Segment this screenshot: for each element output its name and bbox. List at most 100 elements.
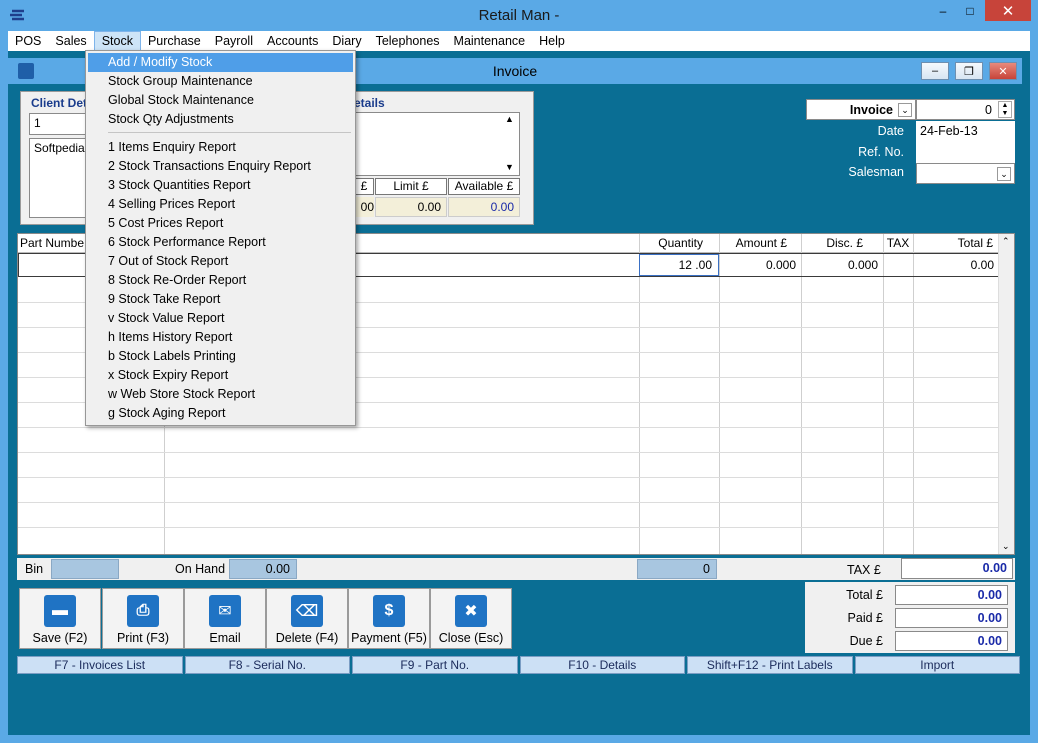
save-button-label: Save (F2) bbox=[32, 631, 88, 645]
stock-info-bar: Bin On Hand 0.00 0 TAX £ 0.00 bbox=[17, 558, 1015, 580]
invoice-number-value: 0 bbox=[985, 103, 992, 117]
doc-type-select[interactable]: Invoice ⌄ bbox=[806, 99, 916, 120]
payment-button[interactable]: $ Payment (F5) bbox=[348, 588, 430, 649]
date-label: Date bbox=[877, 124, 904, 138]
maximize-button[interactable]: □ bbox=[957, 0, 983, 21]
menu-item-stock-transactions-report[interactable]: 2 Stock Transactions Enquiry Report bbox=[88, 157, 353, 176]
onhand-label: On Hand bbox=[175, 562, 226, 576]
menu-diary[interactable]: Diary bbox=[325, 31, 368, 51]
delete-button-label: Delete (F4) bbox=[275, 631, 339, 645]
col-header-disc[interactable]: Disc. £ bbox=[801, 234, 883, 253]
part-no-button[interactable]: F9 - Part No. bbox=[352, 656, 518, 674]
col-header-quantity[interactable]: Quantity bbox=[639, 234, 719, 253]
bin-label: Bin bbox=[25, 562, 44, 576]
menu-item-out-of-stock-report[interactable]: 7 Out of Stock Report bbox=[88, 252, 353, 271]
ref-no-field[interactable] bbox=[916, 142, 1015, 163]
payment-button-label: Payment (F5) bbox=[351, 631, 427, 645]
function-key-bar: F7 - Invoices List F8 - Serial No. F9 - … bbox=[17, 656, 1022, 674]
delivery-details-heading: etails bbox=[354, 96, 385, 110]
save-button[interactable]: ▬ Save (F2) bbox=[19, 588, 101, 649]
col-header-tax[interactable]: TAX bbox=[883, 234, 913, 253]
menu-item-items-enquiry-report[interactable]: 1 Items Enquiry Report bbox=[88, 138, 353, 157]
invoice-number-field[interactable]: 0 ▲ ▼ bbox=[916, 99, 1015, 120]
email-button[interactable]: ✉ Email bbox=[184, 588, 266, 649]
scroll-down-icon[interactable]: ▼ bbox=[505, 162, 514, 172]
col-header-amount[interactable]: Amount £ bbox=[719, 234, 801, 253]
save-icon: ▬ bbox=[44, 595, 76, 627]
menu-accounts[interactable]: Accounts bbox=[260, 31, 325, 51]
menu-item-stock-take-report[interactable]: 9 Stock Take Report bbox=[88, 290, 353, 309]
stock-dropdown-menu: Add / Modify Stock Stock Group Maintenan… bbox=[85, 50, 356, 426]
col-header-total[interactable]: Total £ bbox=[913, 234, 999, 253]
menu-purchase[interactable]: Purchase bbox=[141, 31, 208, 51]
menu-item-stock-qty-adjustments[interactable]: Stock Qty Adjustments bbox=[88, 110, 353, 129]
trash-icon: ⌫ bbox=[291, 595, 323, 627]
chevron-down-icon[interactable]: ⌄ bbox=[997, 167, 1011, 181]
menu-item-stock-quantities-report[interactable]: 3 Stock Quantities Report bbox=[88, 176, 353, 195]
menu-telephones[interactable]: Telephones bbox=[369, 31, 447, 51]
close-button-label: Close (Esc) bbox=[438, 631, 504, 645]
minimize-button[interactable]: – bbox=[930, 0, 956, 21]
limit-value: 0.00 bbox=[375, 197, 447, 217]
menu-item-stock-performance-report[interactable]: 6 Stock Performance Report bbox=[88, 233, 353, 252]
menu-help[interactable]: Help bbox=[532, 31, 572, 51]
menu-item-stock-aging-report[interactable]: g Stock Aging Report bbox=[88, 404, 353, 423]
print-button[interactable]: ⎙ Print (F3) bbox=[102, 588, 184, 649]
client-details-heading: Client Det bbox=[31, 96, 88, 110]
menu-item-selling-prices-report[interactable]: 4 Selling Prices Report bbox=[88, 195, 353, 214]
child-minimize-button[interactable]: – bbox=[921, 62, 949, 80]
delivery-details-field[interactable] bbox=[354, 112, 520, 176]
menu-item-stock-labels-printing[interactable]: b Stock Labels Printing bbox=[88, 347, 353, 366]
menu-item-stock-expiry-report[interactable]: x Stock Expiry Report bbox=[88, 366, 353, 385]
quantity-cell[interactable]: 12 .00 bbox=[639, 254, 719, 276]
client-id-field[interactable]: 1 bbox=[29, 113, 89, 135]
menu-pos[interactable]: POS bbox=[8, 31, 48, 51]
menu-item-global-stock-maintenance[interactable]: Global Stock Maintenance bbox=[88, 91, 353, 110]
close-esc-button[interactable]: ✖ Close (Esc) bbox=[430, 588, 512, 649]
total-cell[interactable]: 0.00 bbox=[914, 254, 1000, 276]
scroll-up-icon[interactable]: ⌃ bbox=[1002, 236, 1010, 247]
paid-label: Paid £ bbox=[847, 611, 883, 625]
date-field[interactable]: 24-Feb-13 bbox=[916, 121, 1015, 142]
invoices-list-button[interactable]: F7 - Invoices List bbox=[17, 656, 183, 674]
quantity-total-field: 0 bbox=[637, 559, 717, 579]
menu-item-add-modify-stock[interactable]: Add / Modify Stock bbox=[88, 53, 353, 72]
client-name-field[interactable]: Softpedia bbox=[29, 138, 89, 218]
totals-panel: Total £ 0.00 Paid £ 0.00 Due £ 0.00 bbox=[805, 582, 1015, 653]
amount-cell[interactable]: 0.000 bbox=[720, 254, 802, 276]
menu-item-stock-group-maintenance[interactable]: Stock Group Maintenance bbox=[88, 72, 353, 91]
doc-type-value: Invoice bbox=[849, 103, 893, 117]
print-labels-button[interactable]: Shift+F12 - Print Labels bbox=[687, 656, 853, 674]
delete-button[interactable]: ⌫ Delete (F4) bbox=[266, 588, 348, 649]
chevron-down-icon[interactable]: ⌄ bbox=[898, 103, 912, 117]
available-value: 0.00 bbox=[448, 197, 520, 217]
menu-payroll[interactable]: Payroll bbox=[208, 31, 260, 51]
disc-cell[interactable]: 0.000 bbox=[802, 254, 884, 276]
serial-no-button[interactable]: F8 - Serial No. bbox=[184, 656, 350, 674]
grid-scrollbar[interactable]: ⌃ ⌄ bbox=[998, 234, 1014, 554]
child-restore-button[interactable]: ❐ bbox=[955, 62, 983, 80]
balance-header: £ bbox=[354, 178, 374, 195]
close-button[interactable]: ✕ bbox=[985, 0, 1031, 21]
menu-stock[interactable]: Stock bbox=[93, 31, 141, 51]
salesman-select[interactable]: ⌄ bbox=[916, 163, 1015, 184]
menu-sales[interactable]: Sales bbox=[48, 31, 93, 51]
salesman-label: Salesman bbox=[848, 165, 904, 179]
scroll-down-icon[interactable]: ⌄ bbox=[1002, 541, 1010, 552]
child-close-button[interactable]: ✕ bbox=[989, 62, 1017, 80]
spin-icon[interactable]: ▲ ▼ bbox=[998, 101, 1012, 118]
import-button[interactable]: Import bbox=[854, 656, 1020, 674]
total-label: Total £ bbox=[846, 588, 883, 602]
print-button-label: Print (F3) bbox=[116, 631, 170, 645]
menu-item-stock-reorder-report[interactable]: 8 Stock Re-Order Report bbox=[88, 271, 353, 290]
bin-field bbox=[51, 559, 119, 579]
menu-item-stock-value-report[interactable]: v Stock Value Report bbox=[88, 309, 353, 328]
menu-item-cost-prices-report[interactable]: 5 Cost Prices Report bbox=[88, 214, 353, 233]
menu-item-items-history-report[interactable]: h Items History Report bbox=[88, 328, 353, 347]
details-button[interactable]: F10 - Details bbox=[519, 656, 685, 674]
onhand-field: 0.00 bbox=[229, 559, 297, 579]
balance-value: 00 bbox=[354, 197, 374, 217]
scroll-up-icon[interactable]: ▲ bbox=[505, 114, 514, 124]
menu-item-web-store-stock-report[interactable]: w Web Store Stock Report bbox=[88, 385, 353, 404]
menu-maintenance[interactable]: Maintenance bbox=[447, 31, 533, 51]
